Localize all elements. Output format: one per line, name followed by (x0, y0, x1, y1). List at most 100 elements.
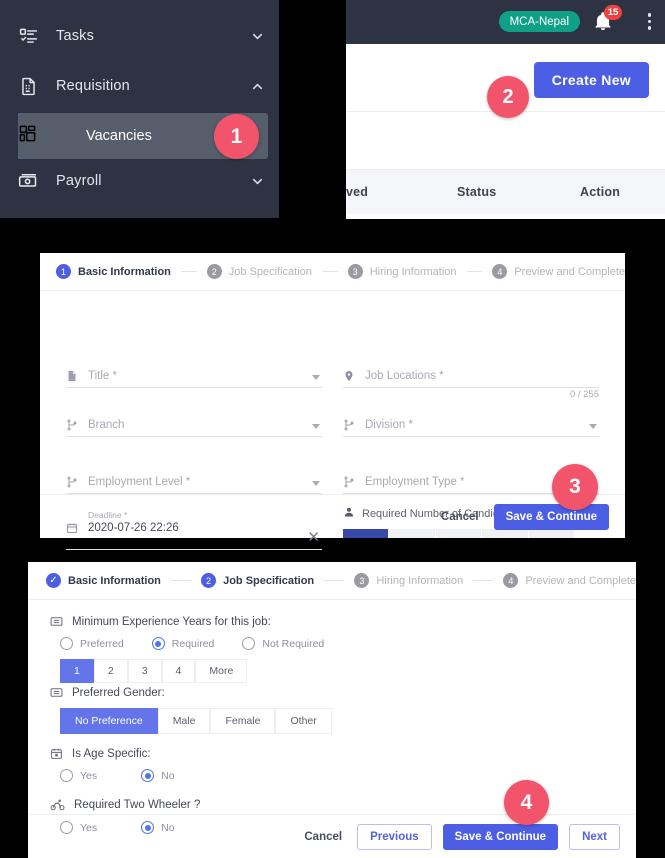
job-locations-field[interactable]: Job Locations * (343, 354, 599, 388)
save-and-continue-button[interactable]: Save & Continue (442, 823, 559, 850)
step-number: 3 (354, 573, 370, 588)
years-option-1[interactable]: 1 (60, 659, 94, 683)
step-hiring-information[interactable]: 3 Hiring Information (354, 573, 463, 588)
hierarchy-icon (66, 476, 88, 488)
radio-not-required[interactable]: Not Required (242, 637, 324, 650)
age-radio-group: Yes No (50, 769, 197, 782)
age-specific-group: Is Age Specific: Yes No (50, 747, 197, 782)
hierarchy-icon (66, 419, 88, 431)
step-label: Job Specification (223, 574, 315, 587)
gender-option-female[interactable]: Female (210, 708, 276, 734)
branch-field[interactable]: Branch (66, 403, 322, 437)
step-connector (324, 580, 345, 581)
kebab-menu-icon[interactable] (647, 13, 651, 30)
step-hiring-information[interactable]: 3 Hiring Information (347, 264, 457, 279)
age-radio-no[interactable]: No (141, 769, 175, 782)
notification-bell[interactable]: 15 (592, 5, 622, 36)
sidebar-item-payroll[interactable]: Payroll (0, 160, 279, 202)
gender-option-other[interactable]: Other (275, 708, 332, 734)
chevron-down-icon[interactable] (312, 424, 320, 429)
age-specific-label: Is Age Specific: (72, 747, 151, 760)
step-job-specification[interactable]: 2 Job Specification (201, 573, 314, 588)
chevron-up-icon[interactable] (235, 79, 279, 94)
step-check-icon: ✓ (46, 573, 61, 588)
column-header-action[interactable]: Action (580, 185, 620, 199)
step-basic-information[interactable]: ✓ Basic Information (46, 573, 161, 588)
sidebar-item-tasks[interactable]: Tasks (0, 15, 279, 57)
hierarchy-icon (343, 476, 365, 488)
radio-label: Preferred (80, 637, 124, 650)
table-body-spacer (346, 214, 665, 219)
job-locations-char-counter: 0 / 255 (569, 389, 599, 400)
step-number: 3 (347, 264, 363, 279)
radio-preferred[interactable]: Preferred (60, 637, 124, 650)
document-icon (66, 370, 88, 382)
callout-badge-1: 1 (214, 114, 259, 159)
step-label: Hiring Information (376, 574, 464, 587)
division-field[interactable]: Division * (343, 403, 599, 437)
radio-required[interactable]: Required (151, 637, 215, 650)
cancel-button[interactable]: Cancel (300, 825, 346, 849)
org-badge[interactable]: MCA-Nepal (498, 11, 580, 32)
save-and-continue-button[interactable]: Save & Continue (493, 503, 609, 530)
radio-indicator (60, 637, 73, 650)
table-header-row: ved Status Action (346, 170, 665, 214)
callout-badge-4: 4 (504, 780, 549, 825)
division-label: Division * (365, 419, 413, 431)
gender-option-male[interactable]: Male (157, 708, 211, 734)
chevron-down-icon[interactable] (312, 481, 320, 486)
minimum-experience-label: Minimum Experience Years for this job: (72, 615, 271, 628)
sidebar-subitem-label: Vacancies (86, 128, 152, 144)
title-field[interactable]: Title * (66, 354, 322, 388)
sidebar-item-label: Payroll (56, 173, 102, 189)
spec-card-footer: Cancel Previous Save & Continue Next (28, 814, 636, 858)
years-option-2[interactable]: 2 (93, 659, 128, 683)
chevron-down-icon[interactable] (235, 29, 279, 44)
years-option-4[interactable]: 4 (161, 659, 196, 683)
gender-button-group: No Preference Male Female Other (60, 708, 332, 734)
list-box-icon (50, 615, 63, 628)
column-header-status[interactable]: Status (457, 185, 496, 199)
job-locations-label: Job Locations * (365, 370, 444, 382)
step-connector (321, 271, 338, 272)
years-option-more[interactable]: More (195, 659, 248, 683)
step-connector (170, 580, 192, 581)
age-radio-yes[interactable]: Yes (60, 769, 97, 782)
create-new-button[interactable]: Create New (533, 62, 649, 98)
bicycle-icon (50, 797, 65, 812)
previous-button[interactable]: Previous (357, 823, 432, 850)
radio-label: Required (171, 637, 215, 650)
experience-years-group: 1 2 3 4 More (60, 659, 346, 683)
chevron-down-icon[interactable] (589, 424, 597, 429)
list-filter-band (346, 113, 665, 170)
sidebar-item-label: Tasks (56, 28, 95, 44)
cancel-button[interactable]: Cancel (437, 505, 483, 529)
sidebar-item-requisition[interactable]: Requisition (0, 65, 279, 107)
branch-label: Branch (88, 419, 125, 431)
employment-level-field[interactable]: Employment Level * (66, 460, 322, 494)
radio-indicator (151, 637, 165, 650)
step-label: Basic Information (78, 265, 171, 278)
step-basic-information[interactable]: 1 Basic Information (56, 264, 171, 279)
step-job-specification[interactable]: 2 Job Specification (206, 264, 312, 279)
title-label: Title * (88, 370, 117, 382)
step-number: 1 (56, 264, 71, 279)
chevron-down-icon[interactable] (235, 174, 279, 189)
step-connector (180, 271, 197, 272)
step-number: 4 (492, 264, 508, 279)
step-label: Basic Information (68, 574, 161, 587)
sidebar-item-label: Requisition (56, 78, 130, 94)
step-number: 4 (503, 573, 519, 588)
years-option-3[interactable]: 3 (127, 659, 162, 683)
step-preview-and-complete[interactable]: 4 Preview and Complete (492, 264, 625, 279)
radio-label: Not Required (262, 637, 325, 650)
step-preview-and-complete[interactable]: 4 Preview and Complete (503, 573, 636, 588)
chevron-down-icon[interactable] (312, 375, 320, 380)
employment-type-label: Employment Type * (365, 476, 465, 488)
column-header-approved[interactable]: ved (346, 185, 368, 199)
gender-option-no-preference[interactable]: No Preference (60, 708, 158, 734)
next-button[interactable]: Next (569, 823, 620, 850)
callout-badge-2: 2 (487, 76, 529, 118)
radio-label: No (161, 769, 175, 782)
step-connector (473, 580, 494, 581)
